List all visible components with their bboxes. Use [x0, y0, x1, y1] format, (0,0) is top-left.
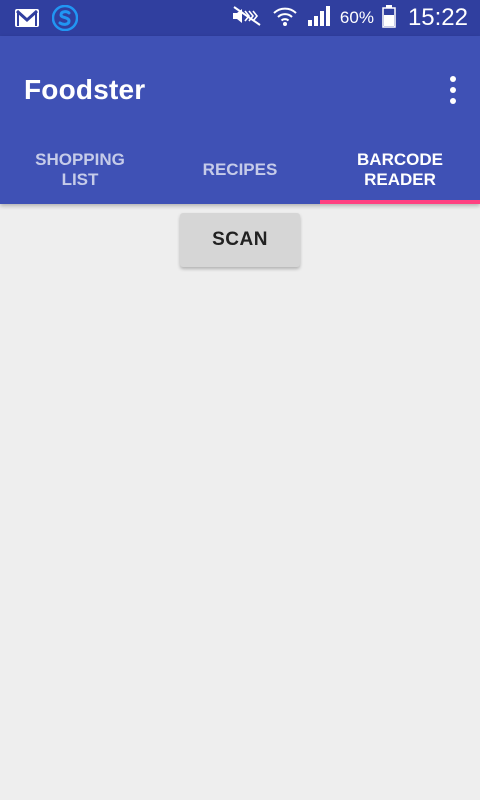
tab-recipes[interactable]: RECIPES [160, 136, 320, 204]
battery-percent: 60% [339, 8, 374, 27]
app-title: Foodster [24, 74, 146, 105]
tab-bar: SHOPPING LIST RECIPES BARCODE READER [0, 136, 480, 204]
system-icons: 60% 15:22 [230, 0, 468, 36]
app-bar: Foodster SHOPPING LIST RECIPES BARCODE R… [0, 36, 480, 204]
wifi-icon [272, 4, 298, 33]
status-bar: 60% 15:22 [0, 0, 480, 36]
tab-indicator [320, 200, 480, 204]
notification-icons [14, 4, 79, 36]
tab-label: SHOPPING LIST [35, 150, 125, 189]
battery-icon [382, 4, 396, 33]
gmail-icon [14, 6, 40, 35]
tab-label: RECIPES [202, 160, 278, 179]
tab-shopping-list[interactable]: SHOPPING LIST [0, 136, 160, 204]
status-clock: 15:22 [407, 4, 468, 31]
signal-icon [306, 4, 332, 33]
tab-label: BARCODE READER [357, 150, 443, 189]
tab-barcode-reader[interactable]: BARCODE READER [320, 136, 480, 204]
sync-icon [51, 4, 79, 36]
mute-icon [230, 5, 264, 32]
scan-button[interactable]: SCAN [180, 213, 300, 267]
more-vert-icon[interactable] [446, 76, 460, 104]
